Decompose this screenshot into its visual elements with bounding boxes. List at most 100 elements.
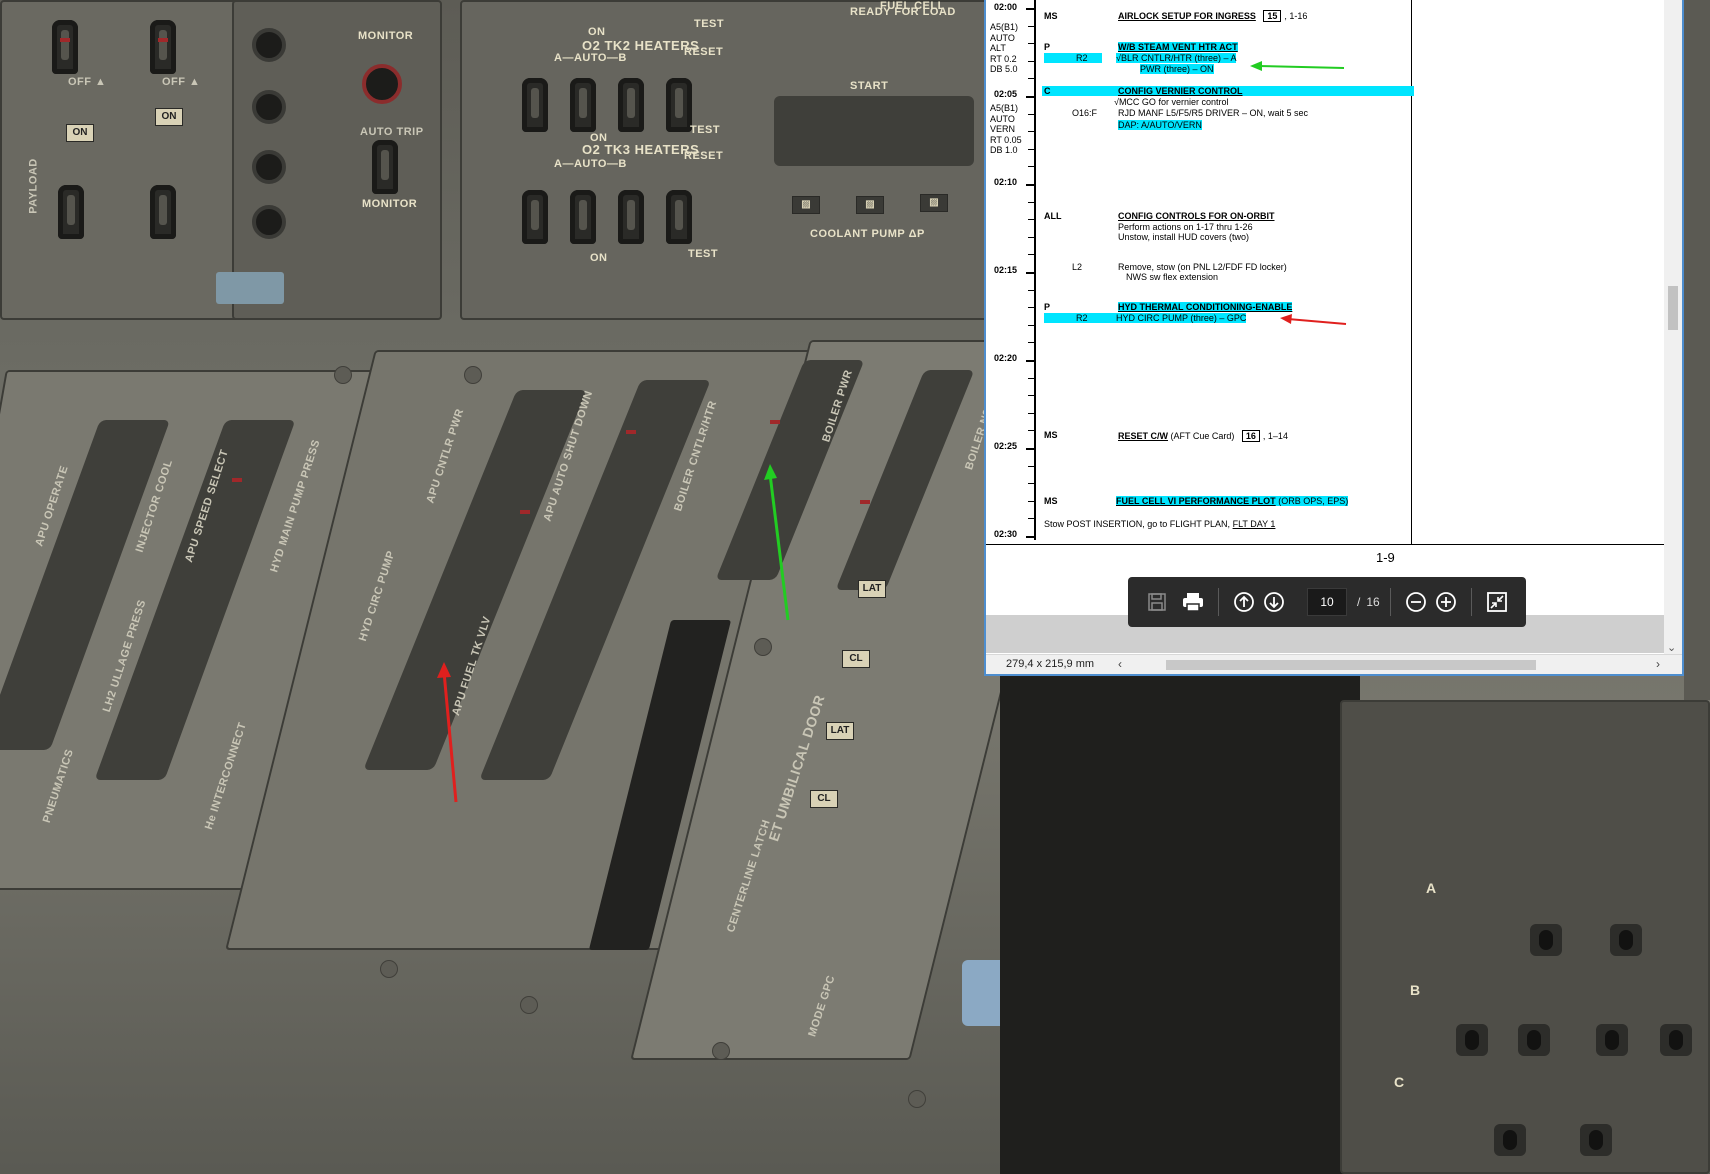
previous-page-icon[interactable]: [1229, 587, 1259, 617]
toolbar-separator: [1389, 588, 1391, 616]
timeline-tick: [1028, 219, 1036, 221]
start-switch-group: [774, 96, 974, 166]
step-line: √MCC GO for vernier control: [1114, 97, 1229, 107]
checklist-step: RESET C/W (AFT Cue Card) 16, 1–14: [1118, 430, 1288, 442]
cue-card-ref: 15: [1263, 10, 1282, 22]
vertical-scrollbar[interactable]: ⌄: [1664, 0, 1682, 656]
step-tail: , 1–14: [1262, 431, 1288, 441]
on-indicator: ON: [66, 124, 94, 142]
toggle-switch[interactable]: [1660, 1024, 1692, 1056]
timeline-tick: [1028, 483, 1036, 485]
chevron-down-icon[interactable]: ⌄: [1667, 641, 1676, 654]
toolbar-separator: [1470, 588, 1472, 616]
scrollbar-thumb[interactable]: [1668, 286, 1678, 330]
page-number-label: 1-9: [1376, 550, 1395, 562]
toggle-switch[interactable]: [618, 190, 644, 244]
timeline-tick: [1028, 166, 1036, 168]
checklist-step: AIRLOCK SETUP FOR INGRESS 15, 1-16: [1118, 10, 1307, 22]
page-size-label: 279,4 x 215,9 mm: [1006, 658, 1095, 670]
timeline-tick: [1026, 272, 1036, 274]
horizontal-scrollbar-thumb[interactable]: [1166, 660, 1536, 670]
toolbar-separator: [1218, 588, 1219, 616]
toggle-switch[interactable]: [372, 140, 398, 194]
panel-label: A: [1426, 880, 1437, 896]
crew-code: P: [1044, 42, 1051, 52]
timeline-tick: [1028, 131, 1036, 133]
panel-label: O2 TK3 HEATERS: [582, 142, 700, 157]
striped-indicator: ▨: [792, 196, 820, 214]
toggle-switch[interactable]: [522, 190, 548, 244]
toggle-switch[interactable]: [58, 185, 84, 239]
flight-plan-link[interactable]: FLT DAY 1: [1233, 519, 1276, 529]
fit-page-icon[interactable]: [1482, 587, 1512, 617]
striped-indicator: ▨: [856, 196, 884, 214]
scroll-left-icon[interactable]: ‹: [1118, 657, 1122, 671]
panel-label: A—AUTO—B: [554, 52, 627, 64]
door-latch-indicator: CL: [810, 790, 838, 808]
panel-screw: [754, 638, 772, 656]
panel-window: [216, 272, 284, 304]
step-line: Remove, stow (on PNL L2/FDF FD locker): [1118, 262, 1287, 272]
pdf-viewer-window: 02:00 02:05 02:10 02:15 02:20 02:25 02:3…: [984, 0, 1684, 676]
panel-label: MONITOR: [358, 30, 414, 42]
page-number-input[interactable]: 10: [1307, 588, 1347, 616]
step-line: Unstow, install HUD covers (two): [1118, 232, 1250, 242]
step-tail: , 1-16: [1284, 11, 1308, 21]
toggle-switch[interactable]: [1610, 924, 1642, 956]
toggle-switch[interactable]: [570, 78, 596, 132]
zoom-in-icon[interactable]: [1431, 587, 1461, 617]
timeline-tick: [1028, 412, 1036, 414]
rotary-switch[interactable]: [252, 150, 286, 184]
rotary-switch[interactable]: [252, 28, 286, 62]
on-indicator: ON: [155, 108, 183, 126]
switch-red-marker: [860, 500, 870, 504]
toggle-switch[interactable]: [52, 20, 78, 74]
print-icon[interactable]: [1178, 587, 1208, 617]
crew-code: P: [1044, 302, 1051, 312]
toggle-switch[interactable]: [1580, 1124, 1612, 1156]
panel-label: PAYLOAD: [27, 158, 40, 214]
auto-trip-indicator: [362, 64, 402, 104]
green-annotation-arrow: [1250, 61, 1345, 71]
switch-red-marker: [770, 420, 780, 424]
toggle-switch[interactable]: [618, 78, 644, 132]
toggle-switch[interactable]: [150, 185, 176, 239]
timeline-tick: [1028, 500, 1036, 502]
panel-label: C: [1394, 1074, 1405, 1090]
rotary-switch[interactable]: [252, 205, 286, 239]
panel-code: L2: [1072, 262, 1083, 272]
scroll-right-icon[interactable]: ›: [1656, 657, 1660, 671]
panel-label: OFF ▲: [68, 76, 107, 88]
page-column-rule: [1411, 0, 1412, 545]
toggle-switch[interactable]: [150, 20, 176, 74]
save-icon[interactable]: [1142, 587, 1172, 617]
panel-label: A—AUTO—B: [554, 158, 627, 170]
checklist-step: FUEL CELL VI PERFORMANCE PLOT (ORB OPS, …: [1116, 496, 1349, 506]
panel-label: O2 TK2 HEATERS: [582, 38, 700, 53]
timeline-tick: [1028, 377, 1036, 379]
timeline-tick: [1028, 254, 1036, 256]
step-line: PWR (three) – ON: [1140, 64, 1214, 74]
rotary-switch[interactable]: [252, 90, 286, 124]
total-pages: 16: [1366, 595, 1380, 609]
panel-label: RESET: [684, 46, 724, 58]
toggle-switch[interactable]: [666, 190, 692, 244]
highlight-bar: [1044, 53, 1102, 63]
toggle-switch[interactable]: [1596, 1024, 1628, 1056]
next-page-icon[interactable]: [1259, 587, 1289, 617]
toggle-switch[interactable]: [570, 190, 596, 244]
step-line: DAP: A/AUTO/VERN: [1118, 120, 1202, 130]
zoom-out-icon[interactable]: [1401, 587, 1431, 617]
toggle-switch[interactable]: [666, 78, 692, 132]
door-latch-indicator: CL: [842, 650, 870, 668]
toggle-switch[interactable]: [1518, 1024, 1550, 1056]
toggle-switch[interactable]: [1494, 1124, 1526, 1156]
toggle-switch[interactable]: [522, 78, 548, 132]
toggle-switch[interactable]: [1456, 1024, 1488, 1056]
timeline-tick: [1028, 342, 1036, 344]
panel-label: ON: [590, 252, 608, 264]
step-line: Stow POST INSERTION, go to FLIGHT PLAN,: [1044, 519, 1231, 529]
timeline-tick: [1026, 448, 1036, 450]
toggle-switch[interactable]: [1530, 924, 1562, 956]
switch-red-marker: [60, 38, 70, 42]
